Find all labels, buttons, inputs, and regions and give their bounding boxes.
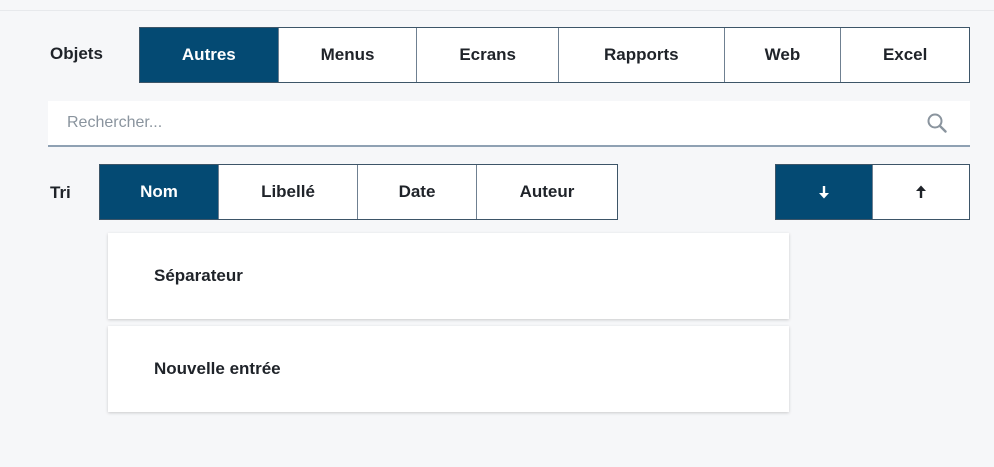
tab-web[interactable]: Web <box>724 28 842 82</box>
tab-menus[interactable]: Menus <box>278 28 418 82</box>
tab-rapports[interactable]: Rapports <box>559 28 725 82</box>
sort-label: Tri <box>50 183 71 202</box>
search-input[interactable] <box>48 101 908 145</box>
objects-label: Objets <box>50 44 103 63</box>
list-item-separateur[interactable]: Séparateur <box>108 233 789 319</box>
search-icon[interactable] <box>926 112 948 134</box>
tab-excel[interactable]: Excel <box>841 28 969 82</box>
tab-ecrans[interactable]: Ecrans <box>417 28 559 82</box>
sort-tab-auteur[interactable]: Auteur <box>477 165 617 219</box>
arrow-up-icon <box>915 185 927 199</box>
sort-ascending-button[interactable] <box>873 165 969 219</box>
sort-tab-nom[interactable]: Nom <box>100 165 219 219</box>
list-item-label: Séparateur <box>154 266 243 285</box>
arrow-down-icon <box>818 185 830 199</box>
item-list: Séparateur Nouvelle entrée <box>108 233 789 419</box>
tab-autres[interactable]: Autres <box>140 28 279 82</box>
list-item-label: Nouvelle entrée <box>154 359 281 378</box>
sort-tab-date[interactable]: Date <box>358 165 477 219</box>
list-item-nouvelle-entree[interactable]: Nouvelle entrée <box>108 326 789 412</box>
top-divider <box>0 10 994 11</box>
sort-tab-libelle[interactable]: Libellé <box>219 165 358 219</box>
sort-descending-button[interactable] <box>776 165 873 219</box>
search-bar <box>48 101 970 147</box>
sort-order-toggle <box>775 164 970 220</box>
sort-field-tabs: Nom Libellé Date Auteur <box>99 164 618 220</box>
object-type-tabs: Autres Menus Ecrans Rapports Web Excel <box>139 27 970 83</box>
